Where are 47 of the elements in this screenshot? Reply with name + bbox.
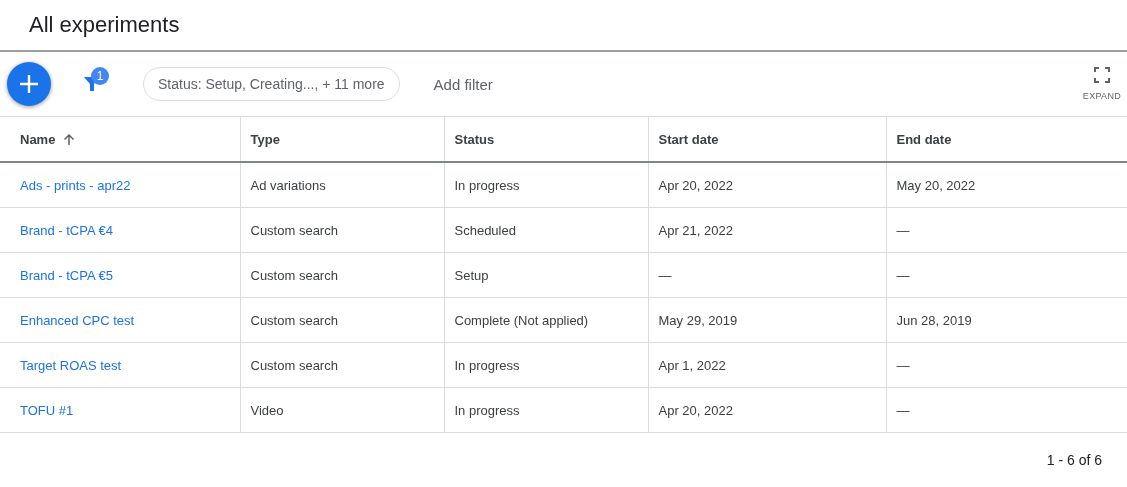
add-button[interactable] <box>7 62 51 106</box>
table-cell: In progress <box>454 402 520 418</box>
experiment-link[interactable]: Brand - tCPA €5 <box>20 267 113 283</box>
table-cell: — <box>896 357 910 373</box>
experiment-link[interactable]: Enhanced CPC test <box>20 312 135 328</box>
table-cell: Custom search <box>250 312 338 328</box>
table-cell: Custom search <box>250 222 338 238</box>
filter-chip[interactable]: Status: Setup, Creating..., + 11 more <box>143 67 400 101</box>
experiment-link[interactable]: Ads - prints - apr22 <box>20 177 131 193</box>
filter-button[interactable]: 1 <box>75 67 109 101</box>
experiment-link[interactable]: Brand - tCPA €4 <box>20 222 113 238</box>
table-cell: Apr 1, 2022 <box>658 357 726 373</box>
table-cell: Apr 20, 2022 <box>658 402 733 418</box>
table-cell: — <box>658 267 672 283</box>
expand-button[interactable]: EXPAND <box>1082 67 1121 101</box>
table-cell: Custom search <box>250 357 338 373</box>
experiment-link[interactable]: TOFU #1 <box>20 402 74 418</box>
page-title: All experiments <box>0 0 1127 52</box>
table-cell: May 29, 2019 <box>658 312 738 328</box>
table-cell: — <box>896 222 910 238</box>
table-cell: Apr 20, 2022 <box>658 177 733 193</box>
column-header[interactable]: Status <box>454 131 495 147</box>
table-cell: Apr 21, 2022 <box>658 222 733 238</box>
column-header[interactable]: Name <box>20 131 56 147</box>
table-cell: Scheduled <box>454 222 516 238</box>
table-cell: Ad variations <box>250 177 326 193</box>
pagination-label: 1 - 6 of 6 <box>1046 452 1102 468</box>
table-cell: Jun 28, 2019 <box>896 312 972 328</box>
table-cell: In progress <box>454 177 520 193</box>
add-filter-button[interactable]: Add filter <box>429 71 497 97</box>
table-cell: Setup <box>454 267 489 283</box>
experiment-link[interactable]: Target ROAS test <box>20 357 122 373</box>
expand-label: EXPAND <box>1082 91 1121 101</box>
table-cell: — <box>896 402 910 418</box>
table-cell: Complete (Not applied) <box>454 312 589 328</box>
add-icon <box>18 73 40 95</box>
sort-up-icon[interactable] <box>63 132 76 146</box>
table-cell: Video <box>250 402 284 418</box>
filter-count-badge: 1 <box>91 67 109 85</box>
table-cell: Custom search <box>250 267 338 283</box>
fullscreen-icon <box>1093 67 1110 83</box>
table-cell: May 20, 2022 <box>896 177 976 193</box>
table-cell: In progress <box>454 357 520 373</box>
table-cell: — <box>896 267 910 283</box>
column-header[interactable]: End date <box>896 131 952 147</box>
column-header[interactable]: Type <box>250 131 280 147</box>
column-header[interactable]: Start date <box>658 131 719 147</box>
